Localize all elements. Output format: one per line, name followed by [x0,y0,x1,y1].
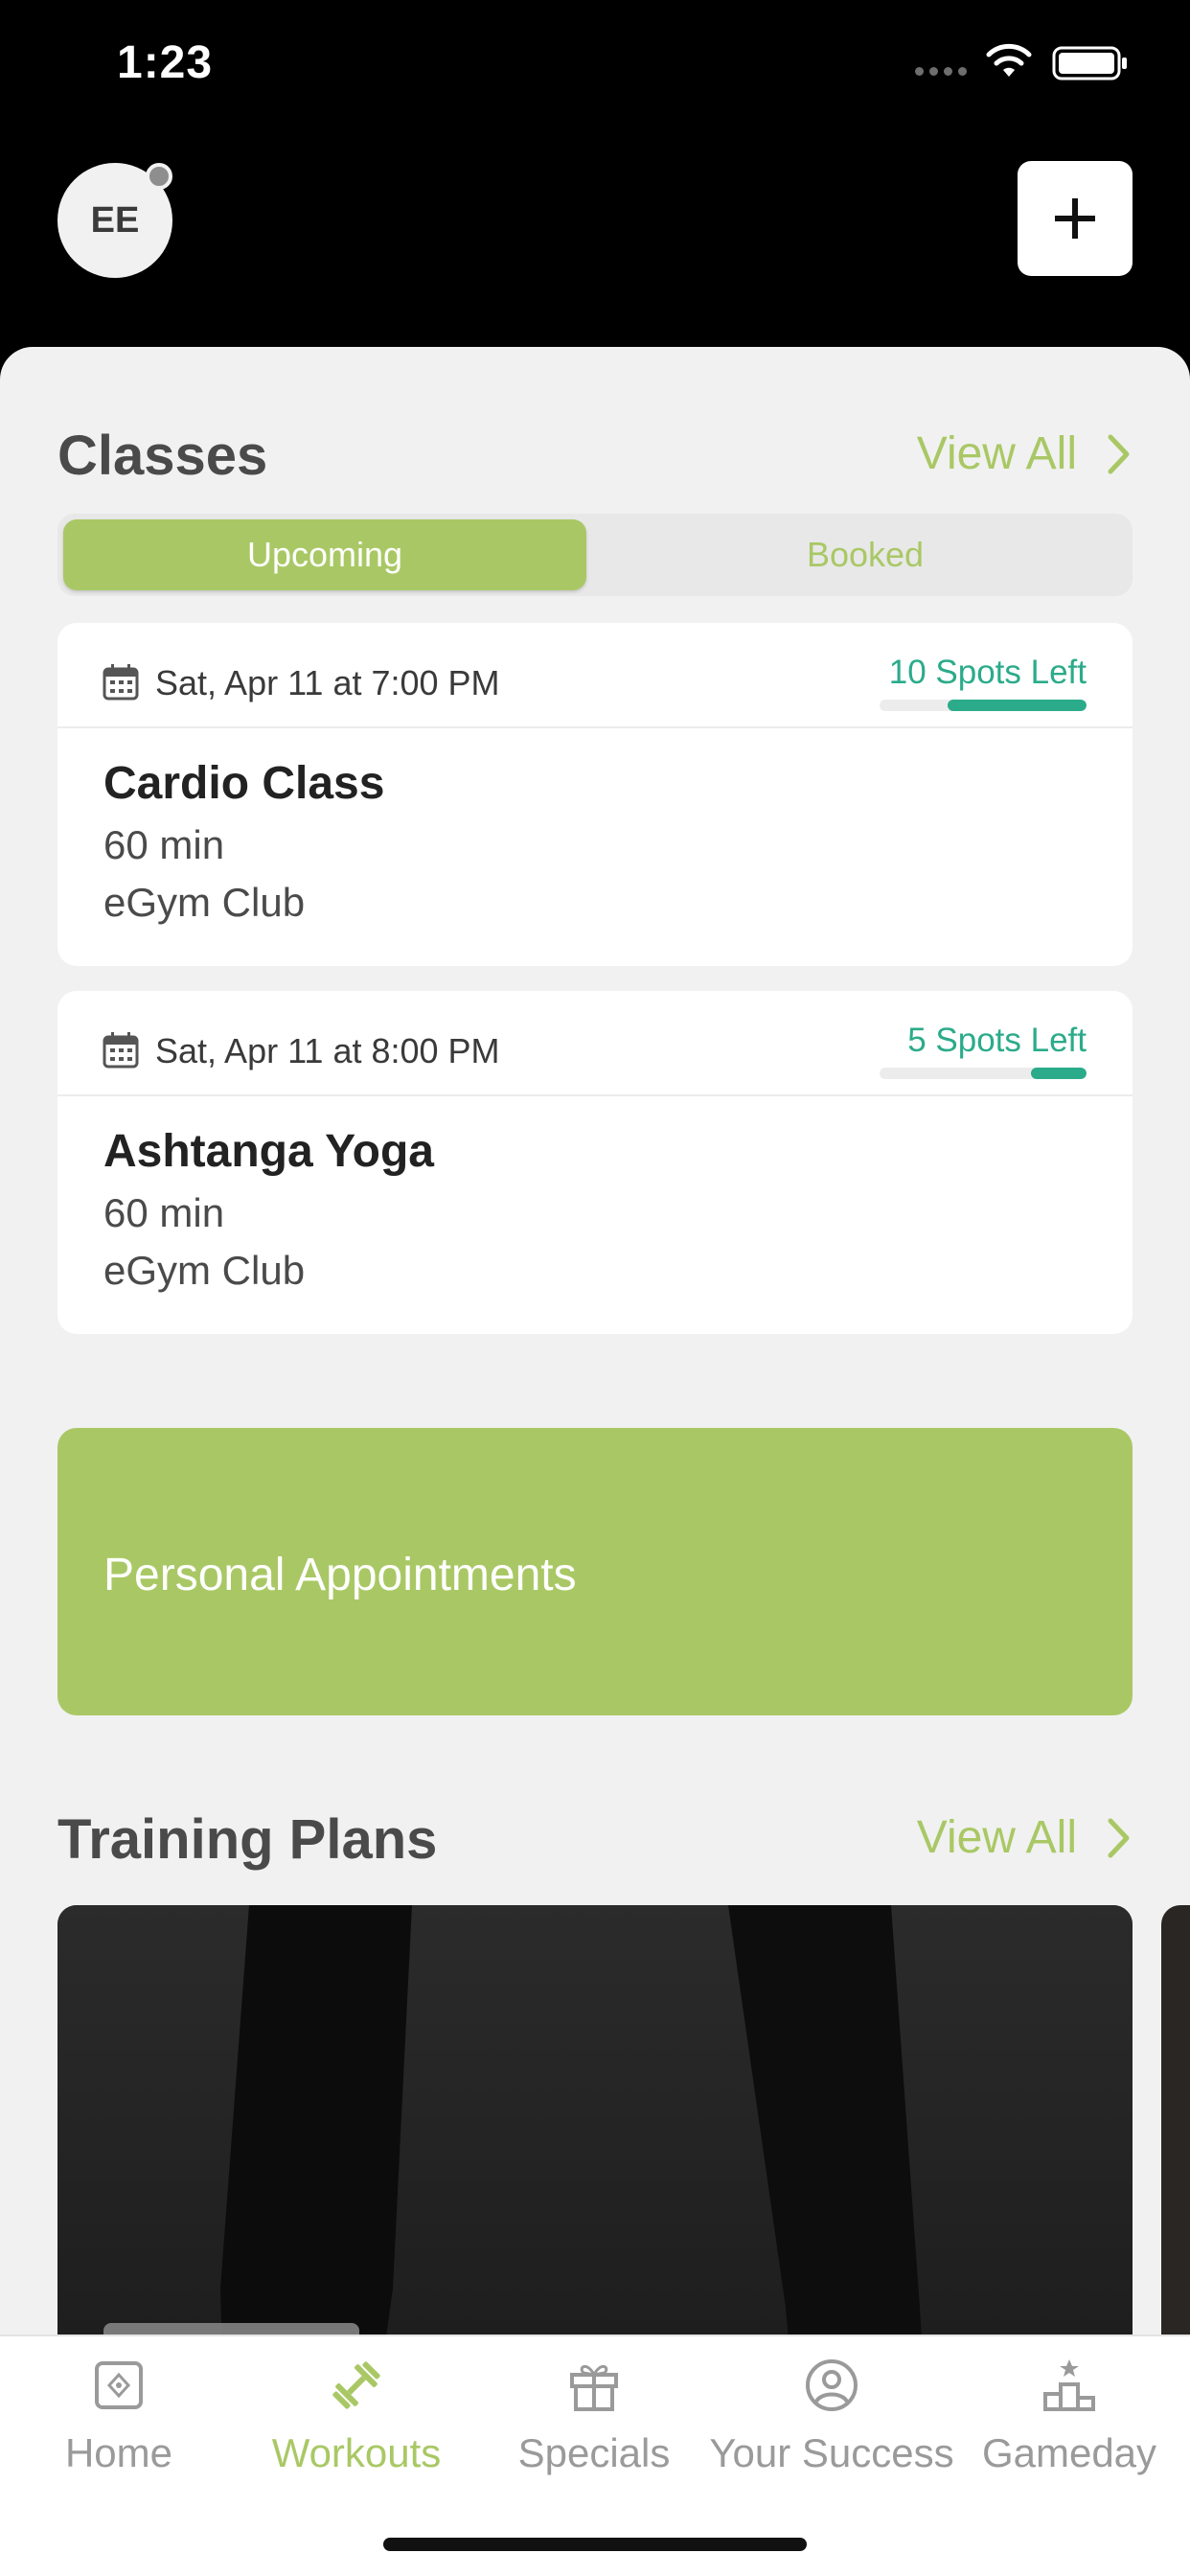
battery-icon [1052,46,1127,80]
cellular-icon [915,67,967,76]
tab-specials[interactable]: Specials [475,2356,713,2476]
training-plans-title: Training Plans [57,1808,438,1871]
tab-label: Gameday [981,2430,1157,2475]
tab-your-success[interactable]: Your Success [709,2356,954,2476]
dumbbell-icon [332,2361,380,2409]
spots-left: 5 Spots Left [907,1022,1087,1059]
gift-icon [570,2365,618,2411]
tab-label: Workouts [271,2430,442,2475]
spots-progress-fill [948,700,1087,711]
spots-progress-bar [880,1068,1087,1079]
personal-appointments-label: Personal Appointments [103,1550,577,1600]
header: EE [0,125,1190,350]
notification-dot [146,163,172,190]
plus-icon [1055,198,1095,239]
status-bar: 1:23 [0,0,1190,125]
calendar-icon [103,1032,139,1069]
classes-header: Classes View All [57,424,1133,500]
calendar-icon [103,664,139,701]
class-card[interactable]: Sat, Apr 11 at 7:00 PM 10 Spots Left Car… [57,623,1133,966]
add-button[interactable] [1018,161,1133,276]
podium-icon [1043,2359,1095,2411]
tab-label: Home [64,2430,173,2475]
classes-title: Classes [57,425,268,487]
spots-progress-bar [880,700,1087,711]
tab-workouts[interactable]: Workouts [238,2356,475,2476]
class-name: Cardio Class [103,758,385,809]
spots-progress-fill [1030,1068,1087,1079]
class-card-header: Sat, Apr 11 at 7:00 PM 10 Spots Left [57,623,1133,728]
avatar[interactable]: EE [57,163,172,278]
class-duration: 60 min [103,1190,225,1235]
tab-gameday[interactable]: Gameday [950,2356,1188,2476]
tab-label: Specials [517,2430,671,2475]
class-date: Sat, Apr 11 at 7:00 PM [155,663,500,702]
personal-appointments-card[interactable]: Personal Appointments [57,1428,1133,1715]
tab-home[interactable]: Home [0,2356,238,2476]
home-indicator [383,2538,807,2551]
chevron-right-icon [1108,434,1130,473]
class-name: Ashtanga Yoga [103,1126,434,1177]
main-sheet: Classes View All Upcoming Booked Sat, Ap… [0,347,1190,2576]
class-date: Sat, Apr 11 at 8:00 PM [155,1031,500,1070]
chevron-right-icon [1108,1818,1130,1857]
classes-view-all-button[interactable]: View All [917,427,1133,480]
tab-booked[interactable]: Booked [604,519,1127,590]
wifi-icon [986,43,1032,77]
class-card[interactable]: Sat, Apr 11 at 8:00 PM 5 Spots Left Asht… [57,991,1133,1334]
classes-segmented-control: Upcoming Booked [57,514,1133,596]
view-all-label: View All [916,428,1077,479]
training-plans-view-all-button[interactable]: View All [917,1811,1133,1864]
class-club: eGym Club [103,1248,306,1293]
class-duration: 60 min [103,822,225,867]
person-circle-icon [806,2359,858,2411]
training-plans-header: Training Plans View All [57,1807,1133,1884]
status-time: 1:23 [117,37,214,88]
avatar-initials: EE [90,199,140,241]
home-icon [95,2361,143,2409]
tab-label: Your Success [709,2430,954,2475]
view-all-label: View All [916,1812,1077,1863]
class-club: eGym Club [103,880,306,925]
class-card-header: Sat, Apr 11 at 8:00 PM 5 Spots Left [57,991,1133,1096]
tab-upcoming[interactable]: Upcoming [63,519,586,590]
spots-left: 10 Spots Left [888,654,1087,691]
